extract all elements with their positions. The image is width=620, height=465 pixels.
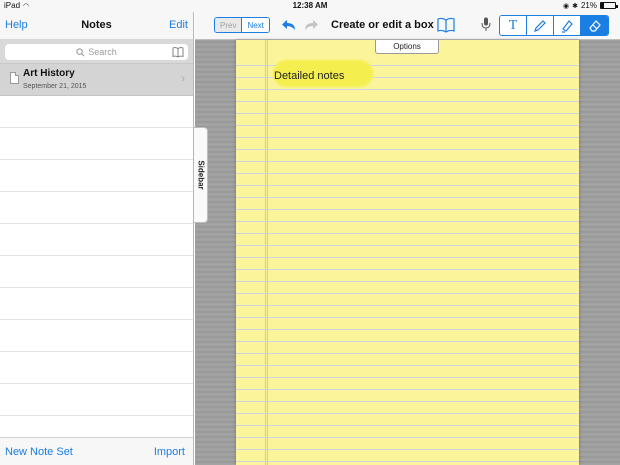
list-separator xyxy=(0,192,193,224)
options-tab[interactable]: Options xyxy=(375,40,439,54)
battery-percent: 21% xyxy=(580,1,597,10)
notepad-page[interactable]: Options Detailed notes xyxy=(236,40,579,465)
eraser-icon xyxy=(588,19,601,32)
edit-button[interactable]: Edit xyxy=(169,19,188,31)
eraser-tool-button[interactable] xyxy=(581,16,608,35)
list-separator xyxy=(0,352,193,384)
text-tool-button[interactable]: T xyxy=(500,16,527,35)
editor-pane: Prev Next Create or edit a box T Options xyxy=(195,12,620,465)
tool-picker: T xyxy=(499,15,609,36)
bluetooth-icon: ✱ xyxy=(572,2,578,10)
search-icon xyxy=(76,47,85,56)
sidebar-tab-label: Sidebar xyxy=(196,160,205,190)
empty-list xyxy=(0,96,193,416)
battery-icon xyxy=(600,2,618,9)
list-separator xyxy=(0,96,193,128)
status-bar: iPad ◠ 12:38 AM ◉ ✱ 21% xyxy=(0,0,620,12)
sidebar-toggle-tab[interactable]: Sidebar xyxy=(194,127,208,223)
text-tool-icon: T xyxy=(508,17,518,33)
toolbar-title: Create or edit a box xyxy=(331,19,434,31)
undo-icon[interactable] xyxy=(281,18,297,32)
search-placeholder: Search xyxy=(88,47,117,57)
search-input[interactable]: Search xyxy=(5,44,188,60)
chevron-right-icon: › xyxy=(181,73,185,85)
highlighter-tool-button[interactable] xyxy=(554,16,581,35)
list-separator xyxy=(0,160,193,192)
prev-button[interactable]: Prev xyxy=(215,18,243,32)
list-separator xyxy=(0,224,193,256)
pen-icon xyxy=(534,19,546,32)
import-button[interactable]: Import xyxy=(154,446,185,458)
note-title: Art History xyxy=(23,68,75,79)
list-separator xyxy=(0,384,193,416)
document-icon xyxy=(10,72,19,84)
list-item[interactable]: Art History September 21, 2015 › xyxy=(0,64,193,96)
note-body-text[interactable]: Detailed notes xyxy=(274,70,344,82)
pen-tool-button[interactable] xyxy=(527,16,554,35)
location-icon: ◉ xyxy=(563,2,570,10)
prev-next-control: Prev Next xyxy=(214,17,270,33)
list-separator xyxy=(0,128,193,160)
notes-nav-bar: Help Notes Edit xyxy=(0,12,193,40)
list-separator xyxy=(0,256,193,288)
clock: 12:38 AM xyxy=(292,1,328,10)
editor-toolbar: Prev Next Create or edit a box T xyxy=(195,12,620,40)
search-bar: Search xyxy=(0,40,193,64)
book-icon[interactable] xyxy=(437,17,455,33)
microphone-icon[interactable] xyxy=(481,17,491,32)
list-separator xyxy=(0,320,193,352)
note-date: September 21, 2015 xyxy=(23,83,87,90)
next-button[interactable]: Next xyxy=(242,18,269,32)
bookmarks-icon[interactable] xyxy=(172,46,184,58)
list-separator xyxy=(0,288,193,320)
notes-title: Notes xyxy=(81,19,112,31)
margin-line xyxy=(265,40,268,465)
new-note-set-button[interactable]: New Note Set xyxy=(5,446,73,458)
notes-list-pane: Help Notes Edit Search Art History Septe… xyxy=(0,12,194,465)
notes-bottom-bar: New Note Set Import xyxy=(0,437,193,465)
redo-icon[interactable] xyxy=(303,18,319,32)
highlighter-icon xyxy=(562,19,573,33)
